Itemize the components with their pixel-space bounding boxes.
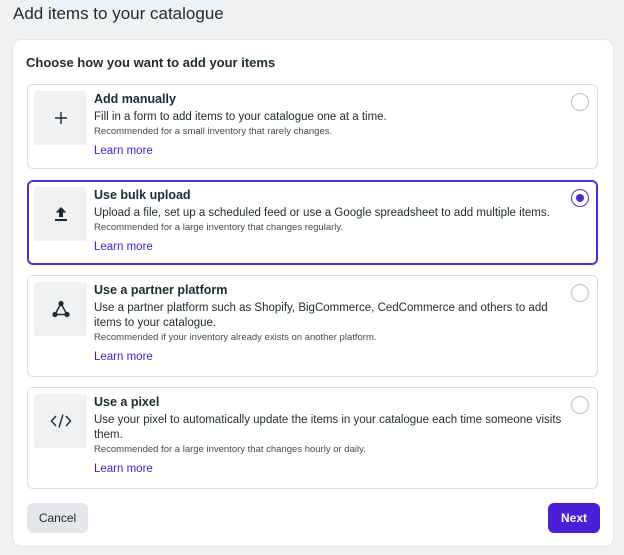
option-title: Use bulk upload (94, 188, 191, 202)
option-add-manually[interactable]: Add manually Fill in a form to add items… (27, 84, 598, 169)
learn-more-link[interactable]: Learn more (94, 350, 153, 365)
option-description: Upload a file, set up a scheduled feed o… (94, 207, 550, 219)
option-bulk-upload[interactable]: Use bulk upload Upload a file, set up a … (27, 180, 598, 265)
page-title: Add items to your catalogue (13, 4, 224, 23)
option-partner-platform[interactable]: Use a partner platform Use a partner pla… (27, 275, 598, 377)
add-items-dialog: Choose how you want to add your items Ad… (13, 40, 613, 546)
learn-more-link[interactable]: Learn more (94, 462, 153, 477)
option-title: Add manually (94, 92, 176, 106)
radio-bulk-upload[interactable] (571, 189, 589, 207)
partner-platform-icon (34, 282, 87, 336)
option-pixel[interactable]: Use a pixel Use your pixel to automatica… (27, 387, 598, 489)
cancel-button[interactable]: Cancel (27, 503, 88, 533)
option-description: Fill in a form to add items to your cata… (94, 111, 387, 123)
option-title: Use a pixel (94, 395, 160, 409)
option-recommendation: Recommended for a large inventory that c… (94, 444, 366, 455)
option-description: Use a partner platform such as Shopify, … (94, 302, 548, 329)
code-icon (34, 394, 87, 448)
radio-partner-platform[interactable] (571, 284, 589, 302)
radio-add-manually[interactable] (571, 93, 589, 111)
upload-icon (34, 187, 87, 241)
option-recommendation: Recommended if your inventory already ex… (94, 332, 377, 343)
learn-more-link[interactable]: Learn more (94, 240, 153, 255)
option-recommendation: Recommended for a large inventory that c… (94, 222, 344, 233)
dialog-heading: Choose how you want to add your items (26, 55, 276, 70)
option-recommendation: Recommended for a small inventory that r… (94, 126, 333, 137)
option-description: Use your pixel to automatically update t… (94, 414, 562, 441)
next-button[interactable]: Next (548, 503, 600, 533)
radio-pixel[interactable] (571, 396, 589, 414)
plus-icon (34, 91, 87, 145)
option-title: Use a partner platform (94, 283, 228, 297)
learn-more-link[interactable]: Learn more (94, 144, 153, 159)
